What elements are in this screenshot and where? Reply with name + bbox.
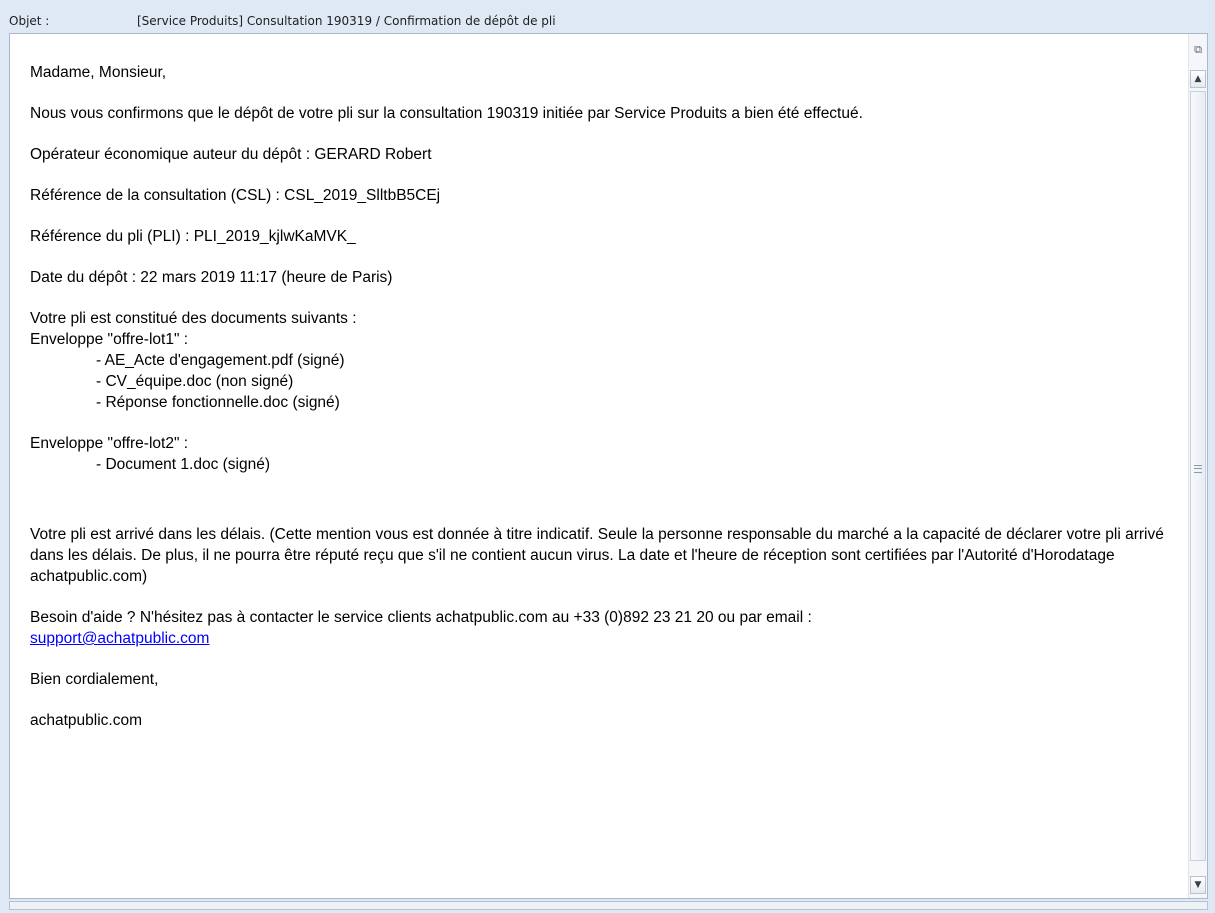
- help-block: Besoin d'aide ? N'hésitez pas à contacte…: [30, 607, 1180, 649]
- arrow-up-icon[interactable]: ▲: [1190, 70, 1206, 88]
- grip-icon: [1194, 465, 1202, 473]
- consultation-reference: Référence de la consultation (CSL) : CSL…: [30, 187, 441, 204]
- signature: achatpublic.com: [30, 712, 143, 729]
- envelope-1-file: - Réponse fonctionnelle.doc (signé): [96, 394, 340, 411]
- arrow-down-icon[interactable]: ▼: [1190, 876, 1206, 894]
- message-format-icon[interactable]: ⧉: [1190, 42, 1206, 58]
- vertical-scrollbar[interactable]: ⧉ ▲ ▼: [1188, 34, 1207, 898]
- envelope-1-file: - AE_Acte d'engagement.pdf (signé): [96, 352, 345, 369]
- subject-label: Objet :: [9, 14, 50, 28]
- bottom-panel-edge: [9, 901, 1208, 910]
- envelope-2-block: Enveloppe "offre-lot2" : - Document 1.do…: [30, 433, 1180, 475]
- documents-intro: Votre pli est constitué des documents su…: [30, 310, 357, 327]
- scrollbar-thumb[interactable]: [1190, 91, 1206, 861]
- envelope-2-file: - Document 1.doc (signé): [96, 456, 271, 473]
- help-text: Besoin d'aide ? N'hésitez pas à contacte…: [30, 609, 812, 626]
- greeting: Madame, Monsieur,: [30, 64, 167, 81]
- subject-value: [Service Produits] Consultation 190319 /…: [137, 14, 556, 28]
- support-email-link[interactable]: support@achatpublic.com: [30, 628, 1180, 649]
- documents-list: Votre pli est constitué des documents su…: [30, 308, 1180, 413]
- message-window: Objet : [Service Produits] Consultation …: [0, 0, 1215, 913]
- pli-reference: Référence du pli (PLI) : PLI_2019_kjlwKa…: [30, 228, 356, 245]
- deposit-date: Date du dépôt : 22 mars 2019 11:17 (heur…: [30, 269, 393, 286]
- envelope-1-label: Enveloppe "offre-lot1" :: [30, 331, 189, 348]
- confirmation-text: Nous vous confirmons que le dépôt de vot…: [30, 105, 863, 122]
- message-body[interactable]: Madame, Monsieur, Nous vous confirmons q…: [9, 33, 1208, 899]
- envelope-1-file: - CV_équipe.doc (non signé): [96, 373, 294, 390]
- arrival-notice: Votre pli est arrivé dans les délais. (C…: [30, 526, 1164, 585]
- closing: Bien cordialement,: [30, 671, 159, 688]
- envelope-2-label: Enveloppe "offre-lot2" :: [30, 435, 189, 452]
- operator-line: Opérateur économique auteur du dépôt : G…: [30, 146, 432, 163]
- message-content: Madame, Monsieur, Nous vous confirmons q…: [30, 62, 1180, 751]
- subject-row: Objet : [Service Produits] Consultation …: [9, 12, 1209, 30]
